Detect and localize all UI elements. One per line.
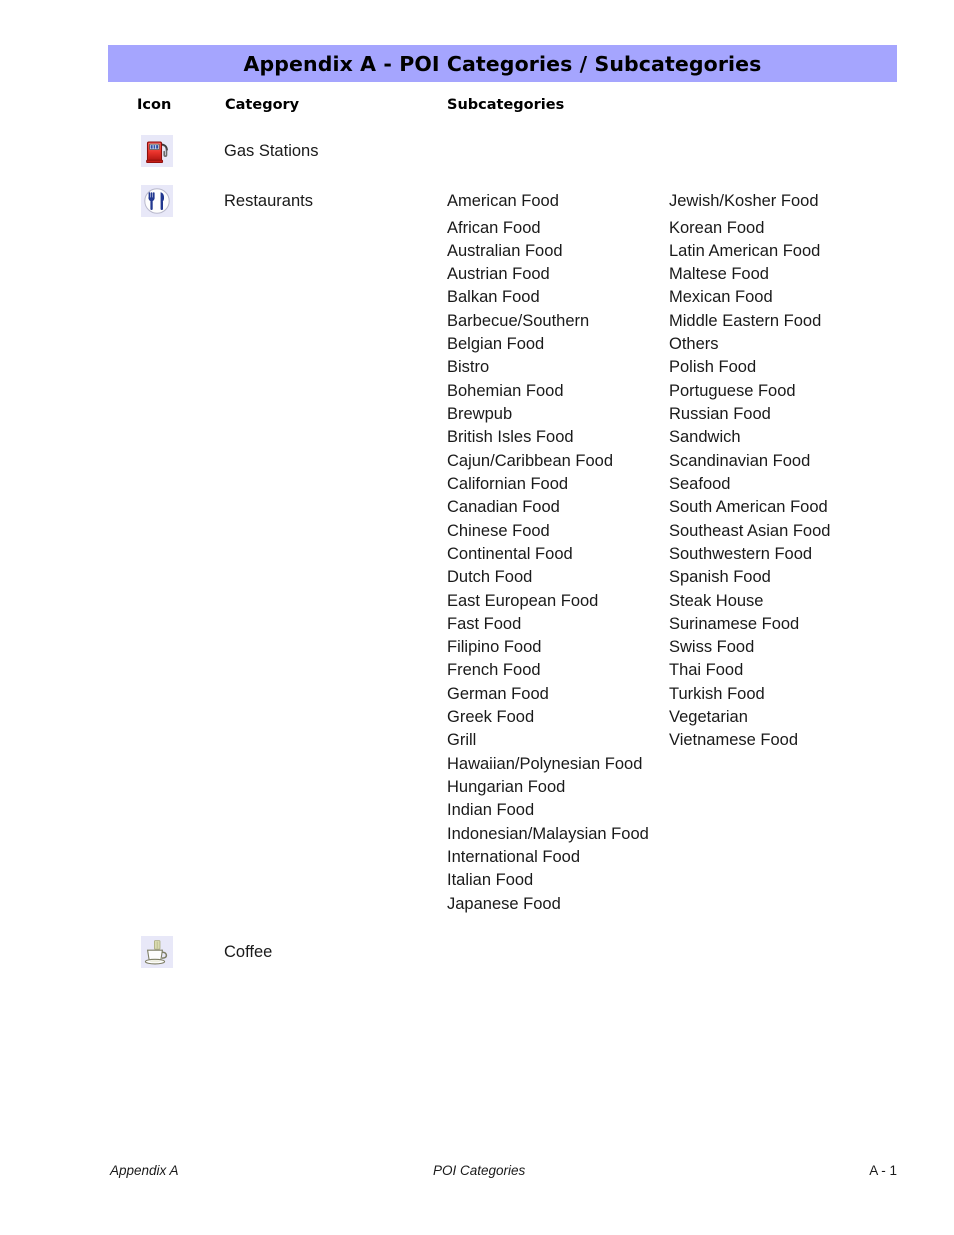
column-header-subcategories: Subcategories [447,97,565,113]
appendix-title-banner: Appendix A - POI Categories / Subcategor… [108,45,897,82]
subcategory-item: Grill [447,731,477,750]
category-label-restaurants: Restaurants [224,192,313,210]
restaurant-fork-knife-icon [141,185,173,217]
icon-cell [141,185,175,219]
subcategory-item: German Food [447,684,549,703]
subcategory-item: Balkan Food [447,288,540,307]
subcategory-item: Canadian Food [447,498,560,517]
subcategory-item: Japanese Food [447,894,561,913]
subcategory-item: Belgian Food [447,335,545,354]
subcategory-item: Others [669,335,719,354]
subcategory-item: Turkish Food [669,684,765,703]
gas-pump-icon [141,135,173,167]
subcategory-item: Dutch Food [447,568,533,587]
subcategory-item: American Food [447,192,559,210]
subcategory-item: South American Food [669,498,828,517]
coffee-cup-icon [141,936,173,968]
subcategory-item: Vegetarian [669,708,748,727]
subcategory-item: Indonesian/Malaysian Food [447,824,649,843]
subcategory-item: Scandinavian Food [669,451,811,470]
subcategory-column-right: Jewish/Kosher Food Korean Food Latin Ameri… [669,190,830,753]
subcategory-item: Hawaiian/Polynesian Food [447,754,643,773]
column-header-icon: Icon [137,97,172,113]
subcategory-item: Southeast Asian Food [669,521,831,540]
subcategory-item: Continental Food [447,544,573,563]
subcategory-item: Latin American Food [669,241,821,260]
subcategory-item: Seafood [669,474,731,493]
subcategory-item: Barbecue/Southern [447,311,590,330]
subcategory-item: Sandwich [669,428,741,447]
subcategory-column-left: American Food African Food Australian Food… [447,190,649,916]
footer-page-number: A - 1 [869,1163,897,1178]
subcategory-item: Mexican Food [669,288,773,307]
subcategory-item: Fast Food [447,614,522,633]
subcategory-item: Californian Food [447,474,569,493]
subcategory-item: Thai Food [669,661,744,680]
page-footer: Appendix A POI Categories A - 1 [0,1163,954,1183]
subcategory-item: Australian Food [447,241,563,260]
page-title: Appendix A - POI Categories / Subcategor… [243,51,762,76]
table-column-headers: Icon Category Subcategories [0,97,954,119]
subcategory-item: Brewpub [447,405,513,423]
subcategory-item: Austrian Food [447,265,550,284]
subcategory-item: Cajun/Caribbean Food [447,451,614,470]
subcategory-item: Korean Food [669,218,765,237]
column-header-category: Category [225,97,300,113]
subcategory-item: Southwestern Food [669,544,813,563]
subcategory-item: Middle Eastern Food [669,311,822,330]
footer-section-label: POI Categories [433,1163,526,1178]
subcategory-item: Hungarian Food [447,778,566,796]
category-label-gas-stations: Gas Stations [224,142,319,160]
subcategory-item: Polish Food [669,358,757,377]
icon-cell [141,936,175,970]
subcategory-item: Maltese Food [669,265,769,284]
subcategory-item: Swiss Food [669,638,755,657]
subcategory-item: International Food [447,847,581,866]
subcategory-item: East European Food [447,591,599,610]
subcategory-item: Vietnamese Food [669,731,799,750]
subcategory-item: Surinamese Food [669,614,800,633]
subcategory-item: African Food [447,218,541,237]
subcategory-item: Jewish/Kosher Food [669,192,819,210]
document-page: Appendix A - POI Categories / Subcategor… [0,0,954,1235]
subcategory-item: Russian Food [669,405,771,423]
subcategory-item: British Isles Food [447,428,574,447]
subcategory-item: Bohemian Food [447,381,564,400]
subcategory-item: Indian Food [447,801,535,820]
icon-cell [141,135,175,169]
subcategory-item: Spanish Food [669,568,771,587]
subcategory-item: Filipino Food [447,638,542,657]
subcategory-item: Steak House [669,591,764,610]
category-label-coffee: Coffee [224,943,273,961]
subcategory-item: Portuguese Food [669,381,796,400]
subcategory-item: French Food [447,661,541,680]
footer-appendix-label: Appendix A [110,1163,179,1178]
subcategory-item: Greek Food [447,708,535,727]
subcategory-item: Italian Food [447,871,534,890]
subcategory-item: Bistro [447,358,490,377]
subcategory-item: Chinese Food [447,521,550,540]
